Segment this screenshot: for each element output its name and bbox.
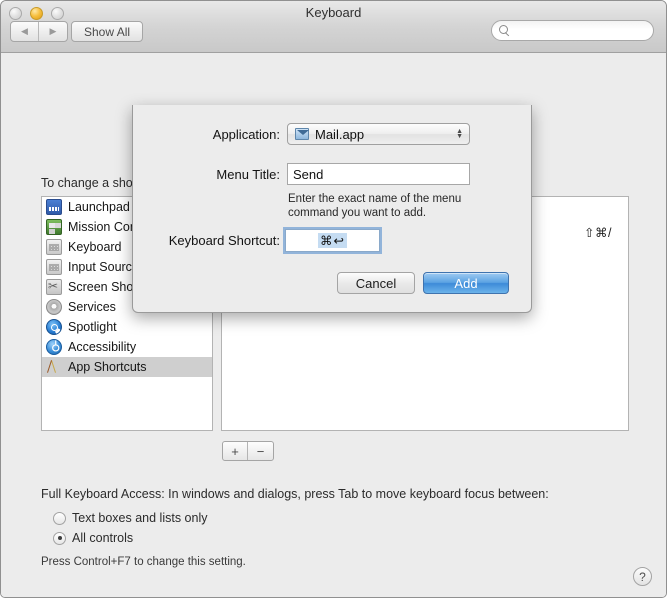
shortcut-key-value[interactable]: ⇧⌘/ (584, 225, 612, 240)
keyboard-shortcut-input[interactable]: ⌘↩ (283, 227, 382, 254)
application-select[interactable]: Mail.app ▲ ▼ (287, 123, 470, 145)
search-icon (499, 25, 510, 36)
full-keyboard-access-hint: Press Control+F7 to change this setting. (41, 556, 246, 568)
category-label: Keyboard (68, 240, 122, 254)
full-keyboard-access-label: Full Keyboard Access: In windows and dia… (41, 487, 549, 501)
launchpad-icon (46, 199, 62, 215)
screen-shots-icon (46, 279, 62, 295)
keyboard-icon (46, 239, 62, 255)
radio-all-controls[interactable]: All controls (53, 531, 133, 545)
radio-button-selected[interactable] (53, 531, 66, 545)
category-label: Spotlight (68, 320, 117, 334)
shortcut-keys-value: ⌘↩ (318, 233, 347, 248)
keyboard-shortcut-label: Keyboard Shortcut: (168, 233, 280, 248)
forward-button[interactable]: ▶ (39, 22, 67, 41)
app-shortcuts-icon (46, 359, 62, 375)
window-titlebar: Keyboard ◀ ▶ Show All (1, 1, 666, 53)
category-label: Accessibility (68, 340, 137, 354)
navigation-buttons: ◀ ▶ (10, 21, 68, 42)
list-item[interactable]: Spotlight (42, 317, 212, 337)
mission-control-icon (46, 219, 62, 235)
radio-text-boxes-and-lists[interactable]: Text boxes and lists only (53, 511, 208, 525)
accessibility-icon (46, 339, 62, 355)
menu-title-label: Menu Title: (216, 167, 280, 182)
mail-app-icon (295, 128, 309, 140)
radio-label: Text boxes and lists only (72, 511, 208, 525)
back-button[interactable]: ◀ (11, 22, 39, 41)
application-label: Application: (212, 127, 280, 142)
cancel-button[interactable]: Cancel (337, 272, 415, 294)
add-button[interactable]: Add (423, 272, 509, 294)
category-label: App Shortcuts (68, 360, 147, 374)
page-title: Keyboard (305, 5, 362, 20)
show-all-button[interactable]: Show All (71, 21, 144, 42)
input-sources-icon (46, 259, 62, 275)
sidebar-item-app-shortcuts[interactable]: App Shortcuts (42, 357, 212, 377)
search-input[interactable] (491, 20, 654, 41)
radio-label: All controls (72, 531, 134, 545)
spotlight-icon (46, 319, 62, 335)
application-value: Mail.app (315, 126, 365, 142)
add-shortcut-button[interactable]: + (223, 442, 248, 460)
menu-title-hint: Enter the exact name of the menu command… (288, 193, 462, 219)
add-remove-button-group: + − (222, 441, 274, 461)
keyboard-preferences-window: Keyboard ◀ ▶ Show All To change a shortc… (0, 0, 667, 598)
remove-shortcut-button[interactable]: − (248, 442, 273, 460)
services-gear-icon (46, 299, 62, 315)
radio-button[interactable] (53, 511, 66, 525)
list-item[interactable]: Accessibility (42, 337, 212, 357)
preferences-body: To change a shortcut, select it, click t… (1, 53, 666, 597)
help-button[interactable]: ? (633, 567, 652, 586)
add-shortcut-sheet-dialog: Application: Mail.app ▲ ▼ Menu Title: Sen… (132, 105, 532, 313)
menu-title-input[interactable]: Send (287, 163, 470, 185)
chevron-updown-icon: ▲ ▼ (456, 128, 463, 140)
category-label: Services (68, 300, 116, 314)
